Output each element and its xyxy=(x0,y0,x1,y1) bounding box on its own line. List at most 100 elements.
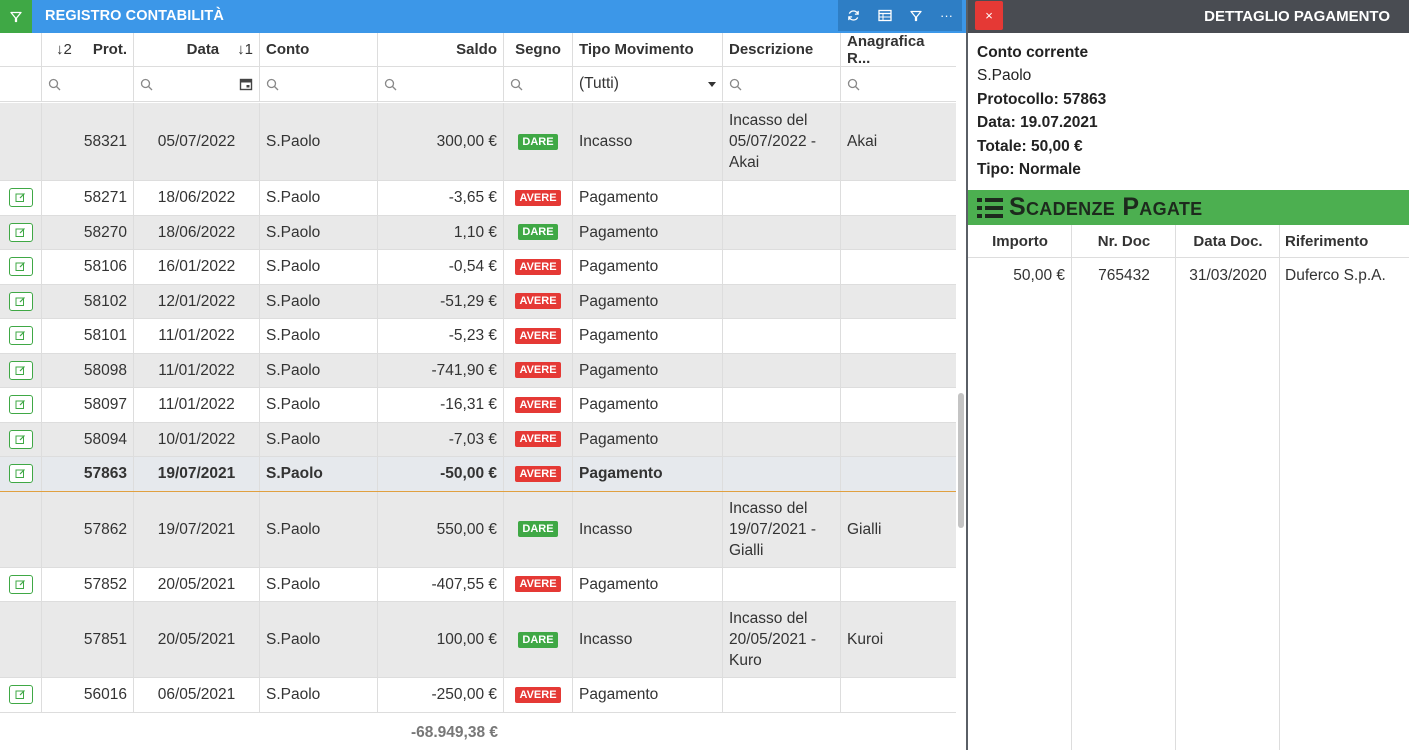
header-prot[interactable]: ↓2 Prot. xyxy=(42,33,134,66)
row-actions xyxy=(0,103,42,180)
cell-data: 06/05/2021 xyxy=(134,678,260,712)
table-row[interactable]: 58271 18/06/2022 S.Paolo -3,65 € AVERE P… xyxy=(0,181,956,216)
edit-button[interactable] xyxy=(8,360,33,380)
cell-descrizione xyxy=(723,457,841,491)
table-row[interactable]: 58098 11/01/2022 S.Paolo -741,90 € AVERE… xyxy=(0,353,956,388)
filter-prot[interactable] xyxy=(42,67,134,101)
table-row[interactable]: 58321 05/07/2022 S.Paolo 300,00 € DARE I… xyxy=(0,103,956,181)
cell-conto: S.Paolo xyxy=(260,422,378,456)
scrollbar-thumb[interactable] xyxy=(958,393,964,528)
cell-saldo: -5,23 € xyxy=(378,319,504,353)
columns-button[interactable] xyxy=(869,0,900,31)
table-row[interactable]: 58106 16/01/2022 S.Paolo -0,54 € AVERE P… xyxy=(0,250,956,285)
edit-button[interactable] xyxy=(8,291,33,311)
filter-data[interactable] xyxy=(134,67,260,101)
cell-data: 11/01/2022 xyxy=(134,353,260,387)
cell-data: 16/01/2022 xyxy=(134,250,260,284)
header-importo[interactable]: Importo xyxy=(968,225,1072,258)
table-row[interactable]: 58094 10/01/2022 S.Paolo -7,03 € AVERE P… xyxy=(0,422,956,457)
header-saldo[interactable]: Saldo xyxy=(378,33,504,66)
cell-data: 11/01/2022 xyxy=(134,388,260,422)
cell-anagrafica xyxy=(841,568,956,602)
cell-descrizione xyxy=(723,422,841,456)
scadenze-section-header: Scadenze Pagate xyxy=(968,190,1409,225)
edit-button[interactable] xyxy=(8,257,33,277)
payment-date: Data: 19.07.2021 xyxy=(977,114,1098,132)
header-segno[interactable]: Segno xyxy=(504,33,573,66)
cell-segno: AVERE xyxy=(504,567,573,601)
table-row[interactable]: 56016 06/05/2021 S.Paolo -250,00 € AVERE… xyxy=(0,678,956,713)
cell-anagrafica xyxy=(841,181,956,215)
header-conto[interactable]: Conto xyxy=(260,33,378,66)
table-row-selected[interactable]: 57863 19/07/2021 S.Paolo -50,00 € AVERE … xyxy=(0,457,956,492)
cell-prot: 57863 xyxy=(42,457,134,491)
search-icon xyxy=(140,78,153,90)
table-row[interactable]: 57862 19/07/2021 S.Paolo 550,00 € DARE I… xyxy=(0,491,956,568)
table-row[interactable]: 58102 12/01/2022 S.Paolo -51,29 € AVERE … xyxy=(0,284,956,319)
header-tipo-movimento[interactable]: Tipo Movimento xyxy=(573,33,723,66)
header-nr-doc[interactable]: Nr. Doc xyxy=(1072,225,1176,258)
filter-saldo[interactable] xyxy=(378,67,504,101)
filter-descrizione[interactable] xyxy=(723,67,841,101)
table-row[interactable]: 57852 20/05/2021 S.Paolo -407,55 € AVERE… xyxy=(0,567,956,602)
filter-icon xyxy=(909,10,922,21)
more-icon: ··· xyxy=(940,8,953,23)
more-button[interactable]: ··· xyxy=(931,0,962,31)
filter-conto[interactable] xyxy=(260,67,378,101)
filter-tipo-value: (Tutti) xyxy=(579,75,619,92)
vertical-scrollbar[interactable] xyxy=(956,103,966,716)
header-anagrafica[interactable]: Anagrafica R... xyxy=(841,33,956,67)
cell-conto: S.Paolo xyxy=(260,215,378,249)
edit-icon xyxy=(15,579,25,589)
cell-saldo: 300,00 € xyxy=(378,103,504,180)
edit-button[interactable] xyxy=(8,574,33,594)
cell-descrizione xyxy=(723,567,841,601)
edit-button[interactable] xyxy=(8,464,33,484)
table-row[interactable]: 58101 11/01/2022 S.Paolo -5,23 € AVERE P… xyxy=(0,319,956,354)
cell-prot: 57851 xyxy=(42,602,134,677)
cell-conto: S.Paolo xyxy=(260,103,378,180)
avere-badge: AVERE xyxy=(515,327,561,344)
collapse-button[interactable] xyxy=(0,0,32,33)
edit-icon xyxy=(15,296,25,306)
row-actions xyxy=(0,215,42,249)
table-row[interactable]: 57851 20/05/2021 S.Paolo 100,00 € DARE I… xyxy=(0,602,956,678)
edit-button[interactable] xyxy=(8,685,33,705)
header-riferimento[interactable]: Riferimento xyxy=(1280,225,1409,258)
avere-badge: AVERE xyxy=(515,576,561,593)
header-data[interactable]: Data ↓1 xyxy=(134,33,260,66)
row-actions xyxy=(0,250,42,284)
filter-segno[interactable] xyxy=(504,67,573,101)
edit-button[interactable] xyxy=(8,222,33,242)
cell-segno: AVERE xyxy=(504,181,573,215)
calendar-icon[interactable] xyxy=(239,77,253,91)
header-data-doc[interactable]: Data Doc. xyxy=(1176,225,1280,258)
cell-conto: S.Paolo xyxy=(260,602,378,677)
filter-button[interactable] xyxy=(900,0,931,31)
header-descrizione[interactable]: Descrizione xyxy=(723,33,841,66)
edit-button[interactable] xyxy=(8,429,33,449)
header-prot-label: Prot. xyxy=(92,41,127,58)
search-icon xyxy=(48,78,61,90)
sort-indicator-prot: ↓2 xyxy=(56,41,72,58)
table-row[interactable]: 58270 18/06/2022 S.Paolo 1,10 € DARE Pag… xyxy=(0,215,956,250)
avere-badge: AVERE xyxy=(515,362,561,379)
edit-button[interactable] xyxy=(8,326,33,346)
refresh-button[interactable] xyxy=(838,0,869,31)
edit-button[interactable] xyxy=(8,188,33,208)
table-columns-icon xyxy=(877,9,892,22)
table-row[interactable]: 58097 11/01/2022 S.Paolo -16,31 € AVERE … xyxy=(0,388,956,423)
cell-conto: S.Paolo xyxy=(260,353,378,387)
dare-badge: DARE xyxy=(518,133,558,150)
cell-anagrafica xyxy=(841,423,956,457)
filter-tipo-select[interactable]: (Tutti) xyxy=(573,67,723,101)
cell-tipo: Pagamento xyxy=(573,181,723,215)
filter-anagrafica[interactable] xyxy=(841,67,956,101)
cell-saldo: 1,10 € xyxy=(378,215,504,249)
edit-button[interactable] xyxy=(8,395,33,415)
cell-tipo: Pagamento xyxy=(573,422,723,456)
avere-badge: AVERE xyxy=(515,396,561,413)
scadenze-title: Scadenze Pagate xyxy=(1009,193,1203,221)
cell-prot: 57852 xyxy=(42,567,134,601)
close-button[interactable]: × xyxy=(975,1,1003,30)
